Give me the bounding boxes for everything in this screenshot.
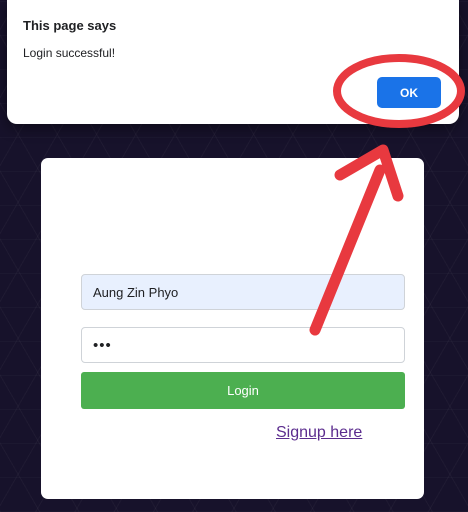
signup-link[interactable]: Signup here <box>276 424 362 442</box>
password-field[interactable] <box>81 327 405 363</box>
login-card: Login Signup here <box>41 158 424 499</box>
alert-title: This page says <box>23 18 117 33</box>
login-button[interactable]: Login <box>81 372 405 409</box>
username-field[interactable] <box>81 274 405 310</box>
alert-dialog: This page says Login successful! OK <box>7 0 459 124</box>
alert-message: Login successful! <box>23 46 116 60</box>
ok-button[interactable]: OK <box>377 77 441 108</box>
